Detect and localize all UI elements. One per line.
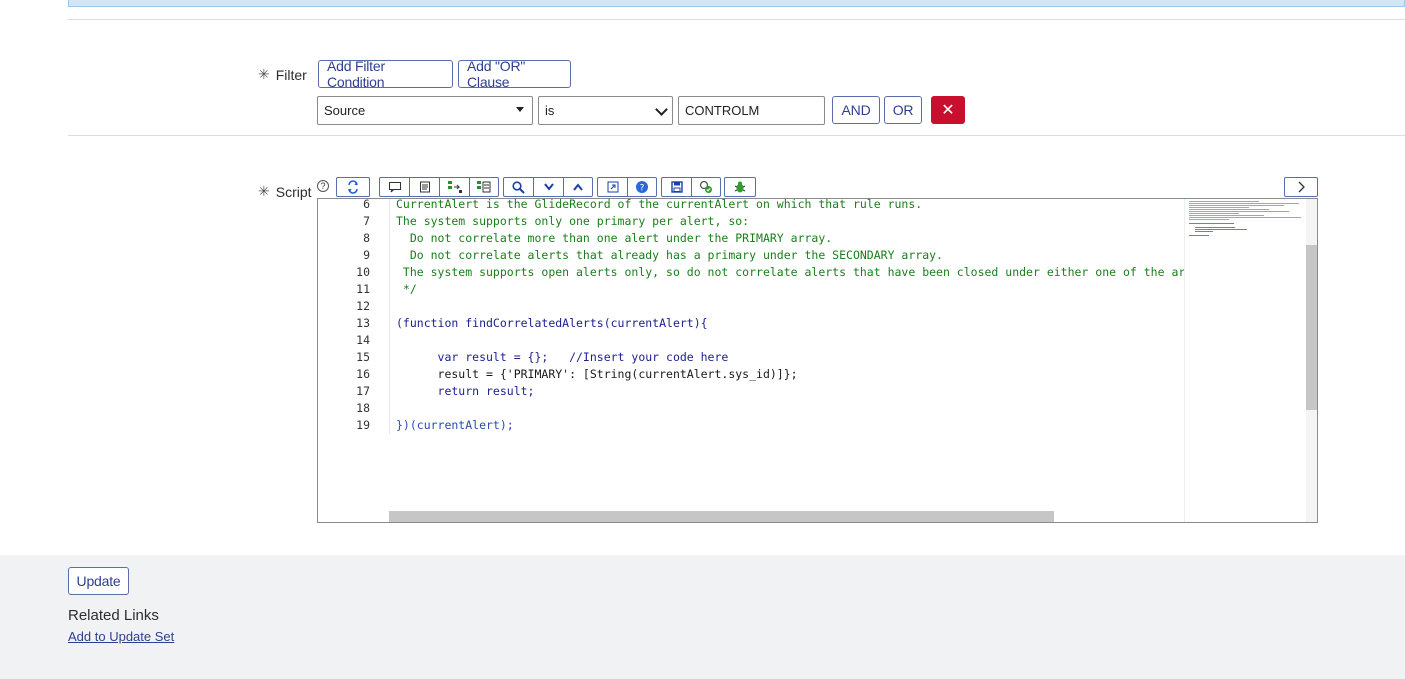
bug-icon	[734, 181, 746, 193]
search-button[interactable]	[503, 177, 533, 197]
help-icon[interactable]: ?	[317, 180, 329, 192]
svg-text:?: ?	[640, 184, 645, 194]
code-line: var result = {}; //Insert your code here	[396, 350, 729, 364]
delete-condition-button[interactable]: ✕	[931, 96, 965, 124]
format-button[interactable]	[409, 177, 439, 197]
debug-button[interactable]	[724, 177, 756, 197]
code-line: return result;	[396, 384, 535, 398]
document-icon	[419, 181, 430, 193]
caret-down-icon	[516, 107, 524, 112]
filter-value-text: CONTROLM	[685, 103, 760, 118]
divider	[68, 135, 1405, 136]
line-number: 6	[363, 198, 370, 211]
filter-label-text: Filter	[275, 66, 307, 83]
line-number-gutter: 6 7 8 9 10 11 12 13 14 15 16 17 18 19	[318, 199, 389, 522]
script-editor[interactable]: 6 7 8 9 10 11 12 13 14 15 16 17 18 19 Cu…	[317, 198, 1318, 523]
script-label-text: Script	[275, 183, 312, 200]
line-number: 13	[356, 316, 370, 330]
related-links-heading: Related Links	[68, 607, 159, 624]
horizontal-scroll-thumb[interactable]	[389, 511, 1054, 522]
close-icon: ✕	[941, 102, 955, 119]
chevron-up-icon	[573, 183, 583, 191]
editor-toolbar-group-3: ?	[597, 177, 657, 197]
code-line: result = {'PRIMARY': [String(currentAler…	[396, 367, 798, 381]
question-circle-icon: ?	[636, 181, 648, 194]
replace-all-button[interactable]	[469, 177, 499, 197]
format-code-button[interactable]	[336, 177, 370, 197]
gear-check-icon	[699, 180, 712, 193]
chevron-down-icon	[543, 183, 554, 191]
line-number: 12	[356, 299, 370, 313]
filter-value-input[interactable]: CONTROLM	[678, 96, 825, 125]
form-footer: Update Related Links Add to Update Set	[0, 555, 1405, 679]
comment-icon	[388, 182, 401, 193]
script-label: ✳ Script	[258, 183, 312, 200]
line-number: 17	[356, 384, 370, 398]
line-number: 8	[363, 231, 370, 245]
line-number: 10	[356, 265, 370, 279]
add-to-update-set-link[interactable]: Add to Update Set	[68, 629, 174, 644]
vertical-scrollbar[interactable]	[1306, 199, 1317, 522]
editor-toolbar-group-4	[661, 177, 721, 197]
search-icon	[512, 180, 525, 194]
comment-button[interactable]	[379, 177, 409, 197]
required-icon: ✳	[258, 183, 270, 199]
divider	[68, 19, 1405, 20]
refresh-icon	[348, 180, 358, 194]
code-line: CurrentAlert is the GlideRecord of the c…	[396, 198, 923, 211]
code-line: Do not correlate more than one alert und…	[396, 231, 833, 245]
line-number: 7	[363, 214, 370, 228]
filter-field-value: Source	[324, 103, 366, 118]
code-line: })(currentAlert);	[396, 418, 514, 432]
expand-editor-button[interactable]	[1284, 177, 1318, 197]
filter-field-select[interactable]: Source	[317, 96, 533, 125]
line-number: 11	[356, 282, 370, 296]
line-number: 18	[356, 401, 370, 415]
line-number: 19	[356, 418, 370, 432]
chevron-down-icon	[655, 103, 668, 116]
find-next-button[interactable]	[533, 177, 563, 197]
editor-toolbar-group-2	[503, 177, 593, 197]
save-button[interactable]	[661, 177, 691, 197]
filter-label: ✳ Filter	[258, 66, 307, 83]
filter-operator-select[interactable]: is	[538, 96, 673, 125]
line-number: 9	[363, 248, 370, 262]
save-icon	[670, 181, 683, 193]
vertical-scroll-thumb[interactable]	[1306, 245, 1317, 410]
code-line: The system supports open alerts only, so…	[396, 265, 1186, 279]
filter-operator-value: is	[545, 103, 555, 118]
add-or-clause-button[interactable]: Add "OR" Clause	[458, 58, 571, 90]
add-filter-condition-button[interactable]: Add Filter Condition	[318, 58, 453, 90]
help-button[interactable]: ?	[627, 177, 657, 197]
and-button[interactable]: AND	[832, 96, 880, 124]
editor-toolbar-group-1	[379, 177, 499, 197]
code-line: The system supports only one primary per…	[396, 214, 750, 228]
replace-button[interactable]	[439, 177, 469, 197]
indent-guide	[389, 199, 390, 434]
external-link-icon	[607, 181, 618, 193]
code-line: (function findCorrelatedAlerts(currentAl…	[396, 316, 708, 330]
info-banner	[68, 0, 1405, 7]
code-line: */	[396, 282, 417, 296]
find-previous-button[interactable]	[563, 177, 593, 197]
script-debug-button[interactable]	[691, 177, 721, 197]
code-line: Do not correlate alerts that already has…	[396, 248, 943, 262]
required-icon: ✳	[258, 66, 270, 82]
line-number: 14	[356, 333, 370, 347]
update-button[interactable]: Update	[68, 567, 129, 595]
fullscreen-button[interactable]	[597, 177, 627, 197]
chevron-right-icon	[1298, 181, 1305, 193]
replace-all-icon	[477, 181, 491, 193]
line-number: 16	[356, 367, 370, 381]
minimap-preview	[1189, 201, 1301, 236]
replace-icon	[447, 181, 462, 193]
code-minimap[interactable]	[1184, 199, 1307, 522]
or-button[interactable]: OR	[884, 96, 922, 124]
line-number: 15	[356, 350, 370, 364]
